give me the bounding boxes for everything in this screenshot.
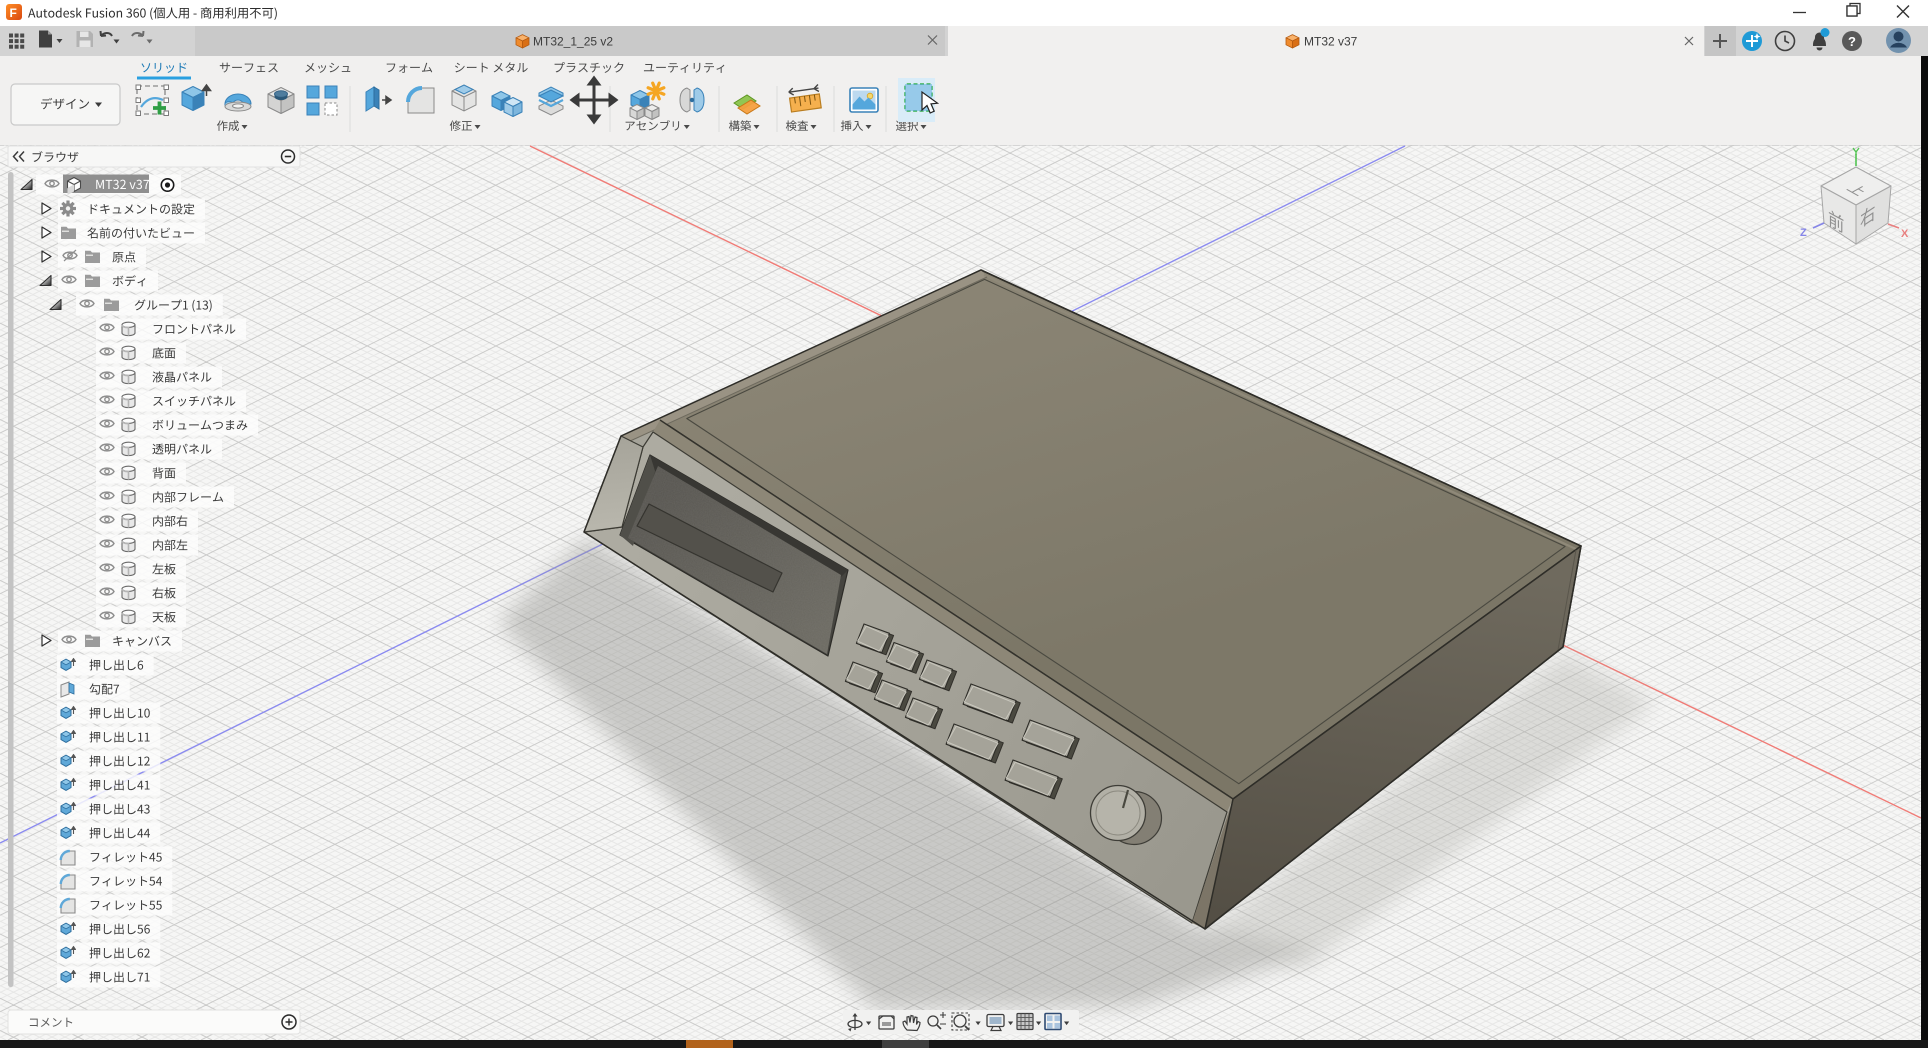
svg-text:?: ? [1848,34,1856,49]
svg-text:Z: Z [1800,227,1807,239]
svg-text:MT32 v37: MT32 v37 [1304,35,1358,49]
svg-text:F: F [10,6,17,20]
svg-text:MT32_1_25 v2: MT32_1_25 v2 [533,35,613,49]
svg-text:X: X [1901,228,1909,240]
